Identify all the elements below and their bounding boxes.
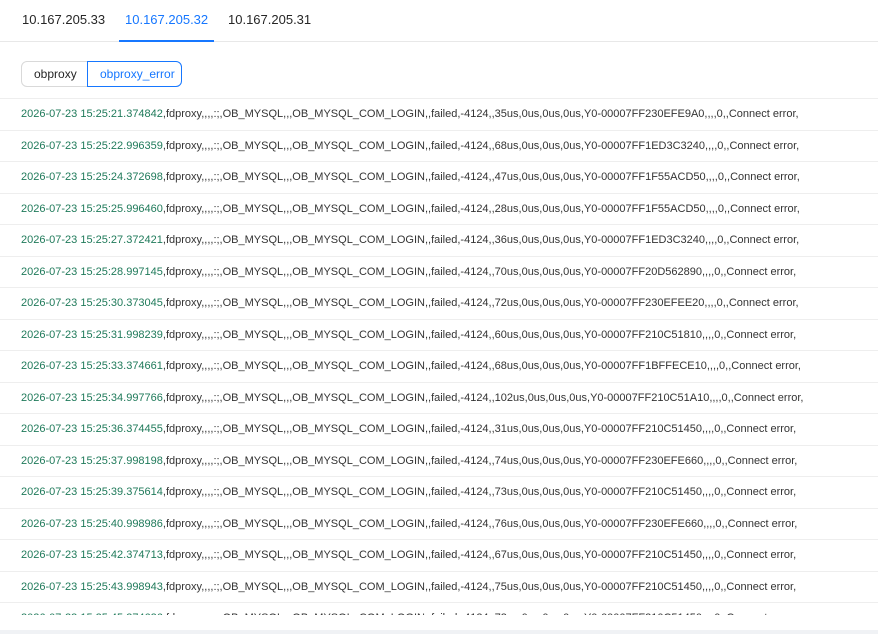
- log-type-segmented: obproxy obproxy_error: [21, 61, 182, 87]
- horizontal-scrollbar[interactable]: [0, 630, 878, 634]
- log-row: 2026-07-23 15:25:22.996359,fdproxy,,,,:;…: [0, 129, 878, 162]
- log-message: ,fdproxy,,,,:;,OB_MYSQL,,,OB_MYSQL_COM_L…: [162, 486, 797, 498]
- log-list[interactable]: 2026-07-23 15:25:21.374842,fdproxy,,,,:;…: [0, 98, 878, 615]
- log-row: 2026-07-23 15:25:31.998239,fdproxy,,,,:;…: [0, 318, 878, 351]
- log-row: 2026-07-23 15:25:45.374626,fdproxy,,,,:;…: [0, 602, 878, 615]
- log-timestamp: 2026-07-23 15:25:43.998943: [21, 580, 163, 593]
- log-message: ,fdproxy,,,,:;,OB_MYSQL,,,OB_MYSQL_COM_L…: [162, 297, 799, 309]
- log-timestamp: 2026-07-23 15:25:37.998198: [21, 454, 163, 467]
- log-timestamp: 2026-07-23 15:25:39.375614: [21, 486, 163, 498]
- log-timestamp: 2026-07-23 15:25:24.372698: [21, 171, 163, 183]
- log-message: ,fdproxy,,,,:;,OB_MYSQL,,,OB_MYSQL_COM_L…: [162, 108, 799, 120]
- log-timestamp: 2026-07-23 15:25:34.997766: [21, 391, 163, 404]
- log-message: ,fdproxy,,,,:;,OB_MYSQL,,,OB_MYSQL_COM_L…: [162, 234, 800, 246]
- log-row: 2026-07-23 15:25:21.374842,fdproxy,,,,:;…: [0, 98, 878, 130]
- log-message: ,fdproxy,,,,:;,OB_MYSQL,,,OB_MYSQL_COM_L…: [162, 202, 800, 215]
- log-timestamp: 2026-07-23 15:25:36.374455: [21, 423, 163, 435]
- log-row: 2026-07-23 15:25:34.997766,fdproxy,,,,:;…: [0, 381, 878, 414]
- tab-host-33[interactable]: 10.167.205.33: [22, 0, 105, 41]
- log-row: 2026-07-23 15:25:27.372421,fdproxy,,,,:;…: [0, 224, 878, 256]
- log-timestamp: 2026-07-23 15:25:45.374626: [21, 612, 163, 615]
- log-row: 2026-07-23 15:25:25.996460,fdproxy,,,,:;…: [0, 192, 878, 225]
- tab-host-32[interactable]: 10.167.205.32: [118, 0, 215, 42]
- log-row: 2026-07-23 15:25:33.374661,fdproxy,,,,:;…: [0, 350, 878, 382]
- log-row: 2026-07-23 15:25:36.374455,fdproxy,,,,:;…: [0, 413, 878, 445]
- log-timestamp: 2026-07-23 15:25:40.998986: [21, 517, 163, 530]
- log-timestamp: 2026-07-23 15:25:28.997145: [21, 265, 163, 278]
- log-timestamp: 2026-07-23 15:25:22.996359: [21, 139, 163, 152]
- log-row: 2026-07-23 15:25:37.998198,fdproxy,,,,:;…: [0, 444, 878, 477]
- log-row: 2026-07-23 15:25:24.372698,fdproxy,,,,:;…: [0, 161, 878, 193]
- log-message: ,fdproxy,,,,:;,OB_MYSQL,,,OB_MYSQL_COM_L…: [162, 423, 797, 435]
- log-row: 2026-07-23 15:25:43.998943,fdproxy,,,,:;…: [0, 570, 878, 603]
- log-message: ,fdproxy,,,,:;,OB_MYSQL,,,OB_MYSQL_COM_L…: [162, 580, 797, 593]
- log-timestamp: 2026-07-23 15:25:33.374661: [21, 360, 163, 372]
- log-row: 2026-07-23 15:25:28.997145,fdproxy,,,,:;…: [0, 255, 878, 288]
- log-timestamp: 2026-07-23 15:25:31.998239: [21, 328, 163, 341]
- log-message: ,fdproxy,,,,:;,OB_MYSQL,,,OB_MYSQL_COM_L…: [162, 360, 801, 372]
- log-timestamp: 2026-07-23 15:25:21.374842: [21, 108, 163, 120]
- log-row: 2026-07-23 15:25:40.998986,fdproxy,,,,:;…: [0, 507, 878, 540]
- log-message: ,fdproxy,,,,:;,OB_MYSQL,,,OB_MYSQL_COM_L…: [162, 265, 797, 278]
- log-message: ,fdproxy,,,,:;,OB_MYSQL,,,OB_MYSQL_COM_L…: [162, 549, 797, 561]
- tab-host-31[interactable]: 10.167.205.31: [228, 0, 311, 41]
- log-message: ,fdproxy,,,,:;,OB_MYSQL,,,OB_MYSQL_COM_L…: [162, 517, 798, 530]
- log-message: ,fdproxy,,,,:;,OB_MYSQL,,,OB_MYSQL_COM_L…: [162, 454, 798, 467]
- log-timestamp: 2026-07-23 15:25:30.373045: [21, 297, 163, 309]
- log-timestamp: 2026-07-23 15:25:25.996460: [21, 202, 163, 215]
- log-row: 2026-07-23 15:25:42.374713,fdproxy,,,,:;…: [0, 539, 878, 571]
- host-tabs: 10.167.205.33 10.167.205.32 10.167.205.3…: [0, 0, 878, 42]
- log-row: 2026-07-23 15:25:30.373045,fdproxy,,,,:;…: [0, 287, 878, 319]
- log-message: ,fdproxy,,,,:;,OB_MYSQL,,,OB_MYSQL_COM_L…: [162, 139, 800, 152]
- log-timestamp: 2026-07-23 15:25:42.374713: [21, 549, 163, 561]
- log-message: ,fdproxy,,,,:;,OB_MYSQL,,,OB_MYSQL_COM_L…: [162, 328, 797, 341]
- log-row: 2026-07-23 15:25:39.375614,fdproxy,,,,:;…: [0, 476, 878, 508]
- log-message: ,fdproxy,,,,:;,OB_MYSQL,,,OB_MYSQL_COM_L…: [162, 171, 800, 183]
- log-message: ,fdproxy,,,,:;,OB_MYSQL,,,OB_MYSQL_COM_L…: [163, 612, 796, 615]
- log-type-obproxy-error-button[interactable]: obproxy_error: [87, 61, 182, 87]
- log-type-obproxy-button[interactable]: obproxy: [21, 61, 88, 87]
- log-timestamp: 2026-07-23 15:25:27.372421: [21, 234, 163, 246]
- log-panel: 10.167.205.33 10.167.205.32 10.167.205.3…: [0, 0, 878, 630]
- log-message: ,fdproxy,,,,:;,OB_MYSQL,,,OB_MYSQL_COM_L…: [162, 391, 804, 404]
